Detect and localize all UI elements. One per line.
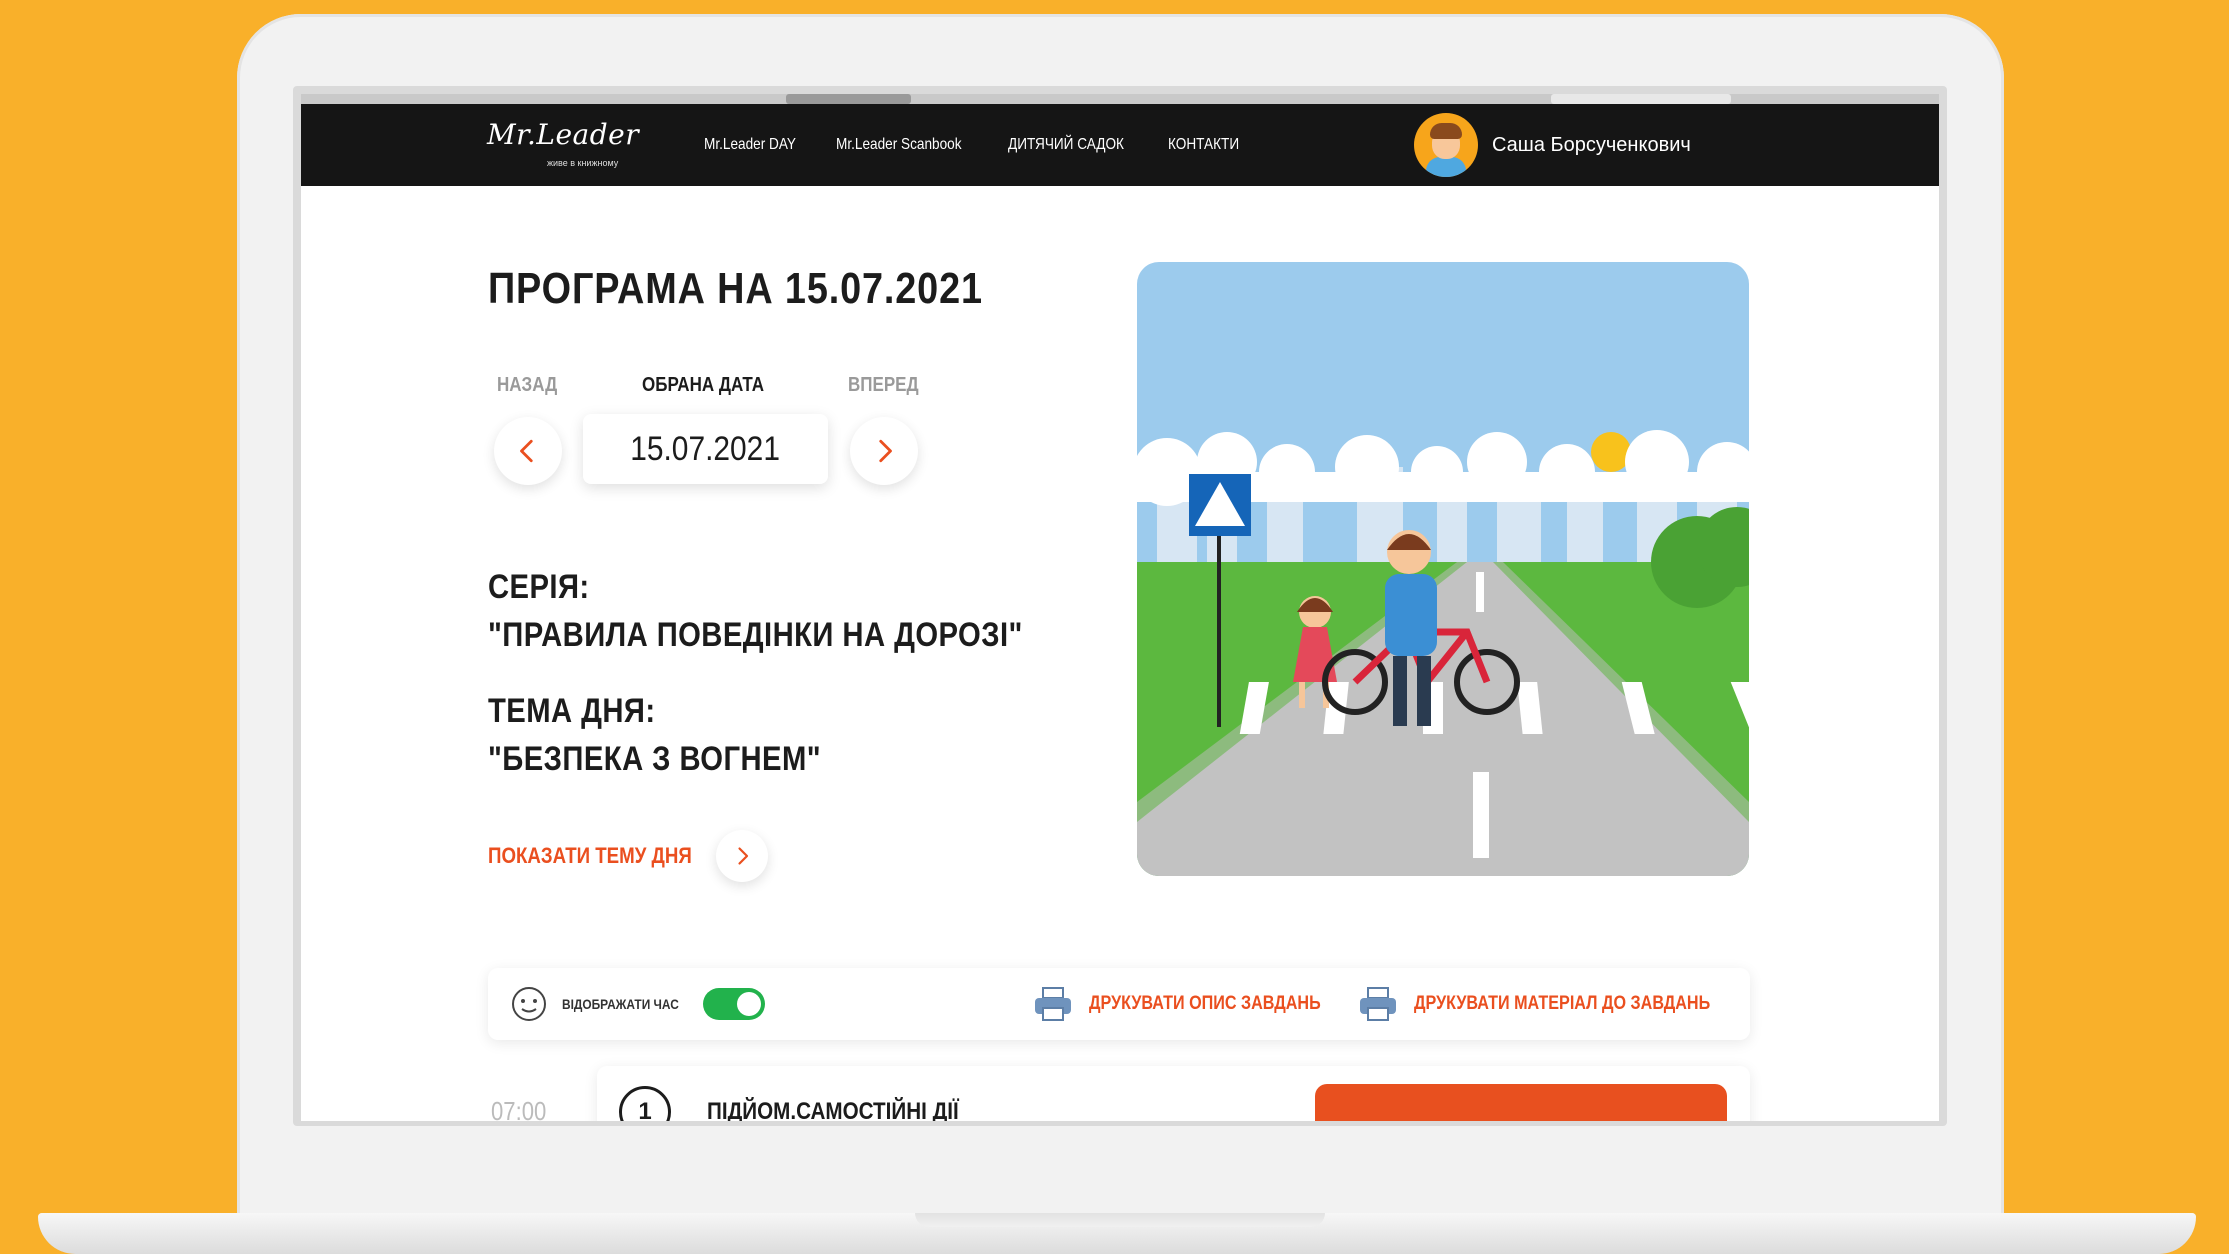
- print-material-button[interactable]: ДРУКУВАТИ МАТЕРІАЛ ДО ЗАВДАНЬ: [1358, 968, 1762, 1040]
- show-time-switch[interactable]: [703, 988, 765, 1020]
- topic-illustration: [1137, 262, 1749, 876]
- task-number: 1: [619, 1086, 671, 1121]
- series-value: "ПРАВИЛА ПОВЕДІНКИ НА ДОРОЗІ": [488, 616, 1023, 654]
- print-description-button[interactable]: ДРУКУВАТИ ОПИС ЗАВДАНЬ: [1033, 968, 1362, 1040]
- laptop-notch: [915, 1213, 1325, 1227]
- user-menu[interactable]: Саша Борсученкович: [1414, 112, 1691, 178]
- nav-link-scanbook[interactable]: Mr.Leader Scanbook: [836, 136, 962, 154]
- task-title: ПІДЙОМ.САМОСТІЙНІ ДІЇ: [707, 1098, 959, 1121]
- task-card[interactable]: 1 ПІДЙОМ.САМОСТІЙНІ ДІЇ: [597, 1066, 1750, 1121]
- program-toolbar: ВІДОБРАЖАТИ ЧАС ДРУКУВАТИ ОПИС ЗАВДАНЬ Д…: [488, 968, 1750, 1040]
- chevron-left-icon: [520, 439, 533, 463]
- selected-date-label: ОБРАНА ДАТА: [642, 374, 764, 396]
- task-time: 07:00: [491, 1096, 547, 1121]
- next-date-button[interactable]: [850, 417, 918, 485]
- show-topic-label: ПОКАЗАТИ ТЕМУ ДНЯ: [488, 843, 692, 868]
- show-topic-button[interactable]: [715, 830, 768, 882]
- nav-link-kindergarten[interactable]: ДИТЯЧИЙ САДОК: [1008, 136, 1124, 154]
- chevron-right-icon: [879, 439, 892, 463]
- date-labels: НАЗАД ОБРАНА ДАТА ВПЕРЕД: [488, 374, 919, 398]
- user-name: Саша Борсученкович: [1492, 133, 1691, 156]
- back-label: НАЗАД: [497, 374, 558, 396]
- series-label: СЕРІЯ:: [488, 568, 590, 606]
- show-topic-link[interactable]: ПОКАЗАТИ ТЕМУ ДНЯ: [488, 826, 768, 886]
- topic-label: ТЕМА ДНЯ:: [488, 692, 656, 730]
- nav-link-mrleader-day[interactable]: Mr.Leader DAY: [704, 136, 796, 154]
- selected-date-value: 15.07.2021: [630, 429, 781, 468]
- topic-value: "БЕЗПЕКА З ВОГНЕМ": [488, 740, 822, 778]
- show-time-label: ВІДОБРАЖАТИ ЧАС: [562, 996, 679, 1012]
- show-time-toggle[interactable]: ВІДОБРАЖАТИ ЧАС: [508, 968, 699, 1040]
- nav-links: Mr.Leader DAY Mr.Leader Scanbook ДИТЯЧИЙ…: [704, 104, 1296, 186]
- page-title: ПРОГРАМА НА 15.07.2021: [488, 264, 983, 313]
- printer-icon: [1360, 987, 1396, 1021]
- logo-text: Mr.Leader: [487, 118, 640, 151]
- printer-icon: [1035, 987, 1071, 1021]
- task-action-button[interactable]: [1315, 1084, 1727, 1121]
- nav-link-contacts[interactable]: КОНТАКТИ: [1168, 136, 1239, 154]
- chevron-right-icon: [738, 847, 748, 865]
- avatar: [1414, 113, 1478, 177]
- clock-face-icon: [512, 987, 546, 1021]
- screen: Mr.Leader живе в книжному Mr.Leader DAY …: [301, 104, 1939, 1121]
- selected-date-field[interactable]: 15.07.2021: [583, 414, 828, 484]
- previous-date-button[interactable]: [494, 417, 562, 485]
- browser-tabstrip: [301, 94, 1939, 104]
- print-description-label: ДРУКУВАТИ ОПИС ЗАВДАНЬ: [1089, 993, 1321, 1014]
- top-navbar: Mr.Leader живе в книжному Mr.Leader DAY …: [301, 104, 1939, 186]
- print-material-label: ДРУКУВАТИ МАТЕРІАЛ ДО ЗАВДАНЬ: [1414, 993, 1711, 1014]
- logo[interactable]: Mr.Leader живе в книжному: [487, 118, 640, 168]
- logo-tagline: живе в книжному: [547, 158, 619, 168]
- forward-label: ВПЕРЕД: [848, 374, 919, 396]
